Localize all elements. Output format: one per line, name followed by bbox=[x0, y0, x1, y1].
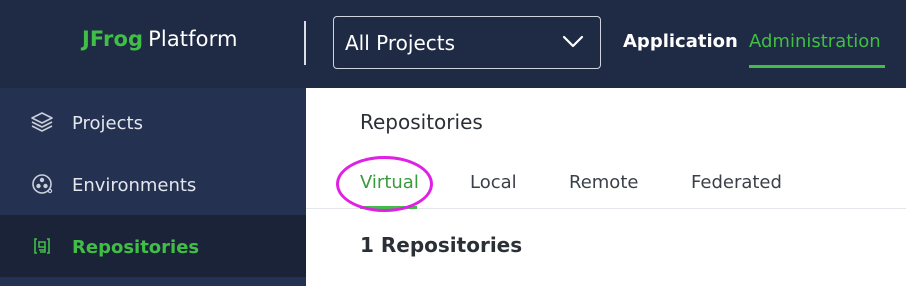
nav-active-underline bbox=[749, 65, 885, 68]
chevron-down-icon bbox=[562, 35, 584, 48]
highlight-annotation bbox=[336, 156, 433, 212]
project-selector-value: All Projects bbox=[345, 31, 455, 55]
repository-count: 1 Repositories bbox=[360, 233, 523, 257]
sidebar-item-label: Projects bbox=[72, 113, 143, 134]
logo-brand: JFrog bbox=[82, 27, 144, 51]
logo-product: Platform bbox=[148, 27, 238, 51]
header-divider bbox=[304, 21, 306, 65]
nav-application[interactable]: Application bbox=[623, 31, 738, 52]
environments-icon bbox=[32, 174, 53, 194]
sidebar-item-projects[interactable]: Projects bbox=[0, 91, 306, 153]
page-title: Repositories bbox=[360, 110, 483, 134]
sidebar: Projects Environments Repositories bbox=[0, 88, 306, 286]
sidebar-item-environments[interactable]: Environments bbox=[0, 153, 306, 215]
nav-administration[interactable]: Administration bbox=[749, 31, 881, 52]
tab-local[interactable]: Local bbox=[470, 172, 517, 193]
sidebar-item-repositories[interactable]: Repositories bbox=[0, 215, 306, 277]
repositories-icon bbox=[34, 238, 50, 254]
tab-federated[interactable]: Federated bbox=[691, 172, 782, 193]
project-selector[interactable]: All Projects bbox=[333, 16, 601, 69]
sidebar-item-label: Environments bbox=[72, 175, 197, 196]
sidebar-item-label: Repositories bbox=[72, 237, 200, 258]
top-bar: JFrog Platform All Projects Application A… bbox=[0, 0, 906, 88]
layers-icon bbox=[31, 112, 53, 132]
jfrog-logo[interactable]: JFrog Platform bbox=[82, 27, 238, 51]
tab-remote[interactable]: Remote bbox=[569, 172, 638, 193]
